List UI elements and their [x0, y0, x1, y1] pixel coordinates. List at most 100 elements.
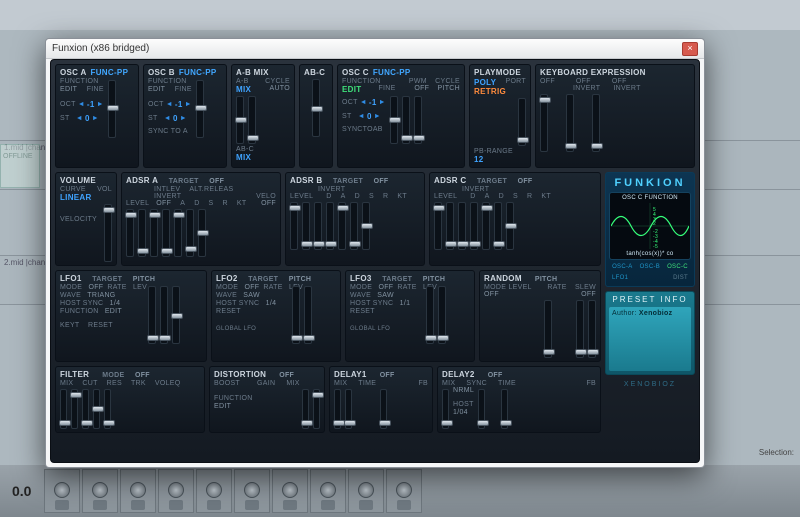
st-down-icon[interactable]: ◄	[358, 113, 365, 120]
kexp-slider-3[interactable]	[592, 94, 600, 152]
random-slew-slider[interactable]	[588, 300, 596, 358]
lfo1-reset[interactable]: RESET	[88, 322, 113, 329]
osc-a-mode[interactable]: FUNC-PP	[91, 68, 129, 77]
adsr-b-s[interactable]	[338, 202, 346, 250]
abc-slider[interactable]	[312, 79, 320, 137]
adsr-a-velo[interactable]	[198, 209, 206, 257]
lfo2-target[interactable]: PITCH	[289, 276, 312, 283]
delay1-mode[interactable]: OFF	[380, 372, 395, 379]
adsr-a-kt[interactable]	[186, 209, 194, 257]
adsr-a-s[interactable]	[162, 209, 170, 257]
lfo2-reset[interactable]: RESET	[216, 308, 241, 315]
random-level-slider[interactable]	[544, 300, 552, 358]
adsr-c-kt[interactable]	[506, 202, 514, 250]
osc-b-mode[interactable]: FUNC-PP	[179, 68, 217, 77]
osc-c-mode[interactable]: FUNC-PP	[373, 68, 411, 77]
delay1-time-slider[interactable]	[345, 389, 352, 429]
mixer-channel[interactable]	[386, 469, 422, 513]
ab-cycle-slider[interactable]	[248, 96, 256, 144]
delay2-host[interactable]: 1/04	[453, 409, 468, 416]
playmode-retrig[interactable]: RETRIG	[474, 87, 506, 96]
lfo3-reset[interactable]: RESET	[350, 308, 375, 315]
lfo1-function[interactable]: EDIT	[105, 308, 122, 315]
osc-c-cycle-slider[interactable]	[414, 96, 422, 144]
osc-b-fine-slider[interactable]	[196, 80, 204, 138]
osc-c-sync[interactable]: SYNCTOAB	[342, 126, 383, 133]
kexp-slider-1[interactable]	[540, 94, 548, 152]
titlebar[interactable]: Funxion (x86 bridged) ×	[46, 39, 704, 59]
adsr-a-a[interactable]	[138, 209, 146, 257]
dist-mix-slider[interactable]	[313, 389, 320, 429]
adsr-b-target[interactable]: OFF	[374, 178, 389, 185]
delay2-fb-slider[interactable]	[501, 389, 508, 429]
osc-c-oct[interactable]: -1	[369, 98, 377, 107]
osc-a-st[interactable]: 0	[85, 114, 90, 123]
tab-osc-a[interactable]: OSC-A	[610, 263, 635, 271]
tab-dist[interactable]: DIST	[671, 274, 690, 282]
delay2-mode[interactable]: OFF	[488, 372, 503, 379]
mixer-channel[interactable]	[196, 469, 232, 513]
oct-up-icon[interactable]: ►	[185, 101, 192, 108]
oct-down-icon[interactable]: ◄	[360, 99, 367, 106]
dist-function[interactable]: EDIT	[214, 403, 231, 410]
filter-trk-slider[interactable]	[93, 389, 100, 429]
clip-offline[interactable]: OFFLINE	[0, 144, 40, 188]
adsr-a-d[interactable]	[150, 209, 158, 257]
lfo1-target[interactable]: PITCH	[133, 276, 156, 283]
st-up-icon[interactable]: ►	[374, 113, 381, 120]
lfo3-rate-slider[interactable]	[426, 286, 434, 344]
filter-mix-slider[interactable]	[60, 389, 67, 429]
lfo1-sync[interactable]: 1/4	[110, 300, 121, 307]
osc-a-oct[interactable]: -1	[87, 100, 95, 109]
osc-c-fine-slider[interactable]	[390, 96, 398, 144]
kexp-slider-2[interactable]	[566, 94, 574, 152]
volume-curve[interactable]: LINEAR	[60, 193, 92, 202]
osc-c-st[interactable]: 0	[367, 112, 372, 121]
adsr-b-d1[interactable]	[302, 202, 310, 250]
tab-lfo1[interactable]: LFO1	[610, 274, 630, 282]
osc-c-function[interactable]: EDIT	[342, 85, 361, 94]
random-target[interactable]: PITCH	[535, 276, 558, 283]
lfo1-lev-slider[interactable]	[160, 286, 168, 344]
mixer-channel[interactable]	[44, 469, 80, 513]
pb-range[interactable]: 12	[474, 155, 526, 164]
lfo1-mode[interactable]: OFF	[88, 284, 103, 291]
st-down-icon[interactable]: ◄	[76, 115, 83, 122]
delay2-time-slider[interactable]	[478, 389, 485, 429]
mixer-channel[interactable]	[272, 469, 308, 513]
mixer-channel[interactable]	[120, 469, 156, 513]
adsr-b-a[interactable]	[314, 202, 322, 250]
adsr-a-level[interactable]	[126, 209, 134, 257]
adsr-c-level[interactable]	[434, 202, 442, 250]
abc-mix-mode[interactable]: MIX	[236, 153, 251, 162]
lfo3-mode[interactable]: OFF	[378, 284, 393, 291]
osc-b-function[interactable]: EDIT	[148, 86, 165, 93]
st-down-icon[interactable]: ◄	[164, 115, 171, 122]
mixer-channel[interactable]	[82, 469, 118, 513]
lfo3-sync[interactable]: 1/1	[400, 300, 411, 307]
volume-slider[interactable]	[104, 204, 112, 262]
oscilloscope[interactable]: OSC C FUNCTION 5 4 3 2 -2 -3 -4	[609, 192, 691, 260]
oct-up-icon[interactable]: ►	[97, 101, 104, 108]
tab-osc-c[interactable]: OSC-C	[665, 263, 690, 271]
adsr-b-r[interactable]	[350, 202, 358, 250]
adsr-c-d2[interactable]	[470, 202, 478, 250]
adsr-c-a[interactable]	[458, 202, 466, 250]
delay2-mix-slider[interactable]	[442, 389, 449, 429]
tab-osc-b[interactable]: OSC-B	[638, 263, 663, 271]
filter-mode[interactable]: OFF	[135, 372, 150, 379]
osc-b-st[interactable]: 0	[173, 114, 178, 123]
preset-body[interactable]: Author: Xenobioz	[609, 307, 691, 371]
mixer-channel[interactable]	[310, 469, 346, 513]
adsr-b-d2[interactable]	[326, 202, 334, 250]
lfo2-lev-slider[interactable]	[304, 286, 312, 344]
osc-c-pwm-slider[interactable]	[402, 96, 410, 144]
filter-res-slider[interactable]	[82, 389, 89, 429]
close-icon[interactable]: ×	[682, 42, 698, 56]
random-rate-slider[interactable]	[576, 300, 584, 358]
oct-up-icon[interactable]: ►	[379, 99, 386, 106]
st-up-icon[interactable]: ►	[180, 115, 187, 122]
playmode-port-slider[interactable]	[518, 98, 526, 146]
oct-down-icon[interactable]: ◄	[78, 101, 85, 108]
oct-down-icon[interactable]: ◄	[166, 101, 173, 108]
